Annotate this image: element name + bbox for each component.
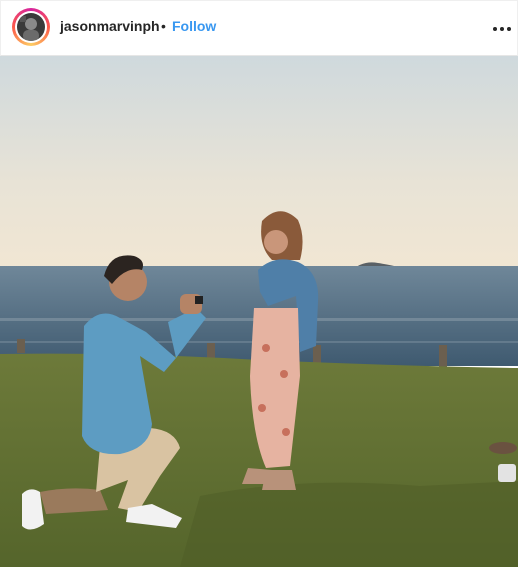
avatar-image xyxy=(15,11,47,43)
photo-scene xyxy=(0,56,518,567)
post-header: jasonmarvinph • Follow xyxy=(0,0,518,56)
post-photo[interactable] xyxy=(0,56,518,567)
separator-dot: • xyxy=(161,18,166,34)
avatar[interactable] xyxy=(12,8,50,46)
username[interactable]: jasonmarvinph xyxy=(60,18,160,34)
follow-button[interactable]: Follow xyxy=(172,18,216,34)
more-options-icon[interactable] xyxy=(490,19,514,39)
